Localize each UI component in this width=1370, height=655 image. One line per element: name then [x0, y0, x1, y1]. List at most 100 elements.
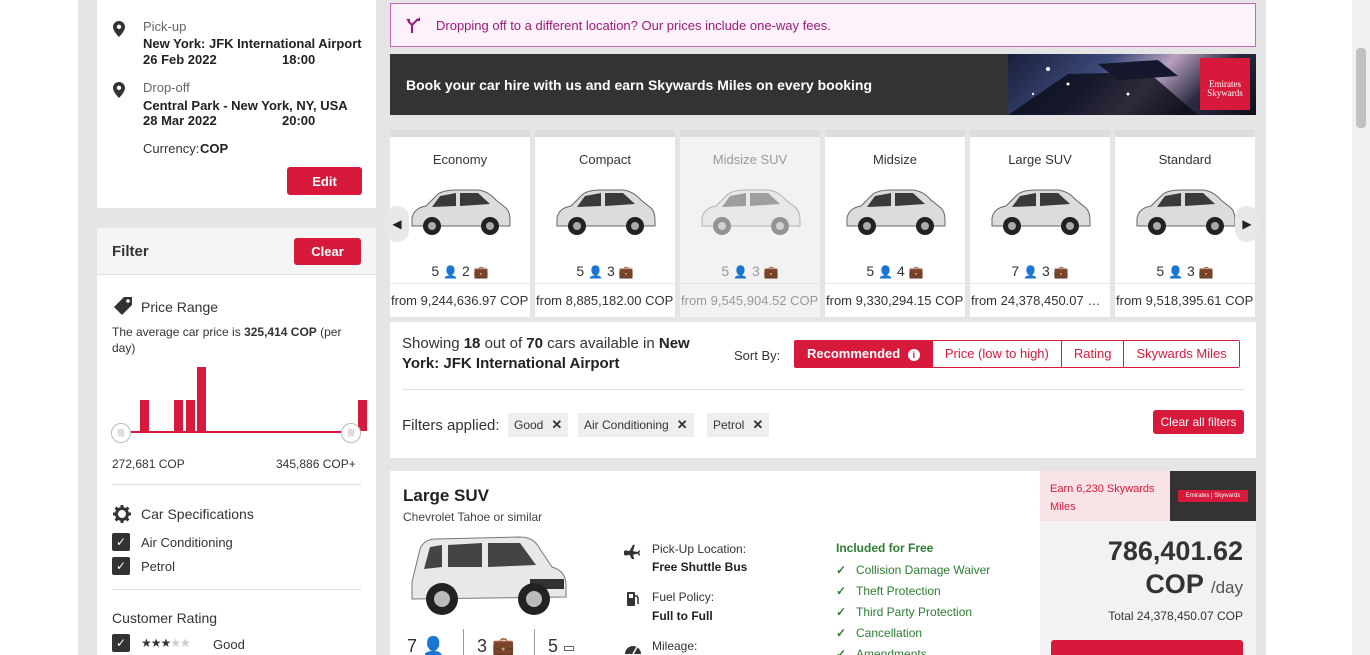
carousel-prev-button[interactable]: ◀ — [385, 206, 409, 242]
price-slider-min-handle[interactable]: ||| — [111, 423, 131, 443]
edit-button[interactable]: Edit — [287, 167, 362, 195]
car-class-card[interactable]: Compact 5 👤 3 💼 from 8,885,182.00 COP — [535, 130, 675, 317]
car-class-card[interactable]: Large SUV 7 👤 3 💼 from 24,378,450.07 COP — [970, 130, 1110, 317]
air-conditioning-checkbox[interactable]: ✓ — [112, 533, 130, 551]
door-icon: ▭ — [563, 640, 576, 655]
check-icon: ✓ — [836, 626, 847, 640]
histogram-bar — [358, 400, 367, 431]
select-car-button[interactable] — [1051, 640, 1243, 655]
clear-filter-button[interactable]: Clear — [294, 238, 361, 265]
car-image — [846, 189, 946, 235]
result-doors: 5 ▭ — [548, 636, 575, 655]
seats-count: 5 — [721, 263, 730, 279]
histogram-bar — [197, 367, 206, 431]
price-range-title: Price Range — [141, 299, 219, 315]
histogram-bar — [139, 400, 149, 431]
pickup-label: Pick-up — [143, 19, 187, 34]
trip-summary-panel: Pick-up New York: JFK International Airp… — [97, 0, 376, 208]
car-class-card[interactable]: Standard 5 👤 3 💼 from 9,518,395.61 COP — [1115, 130, 1255, 317]
pickup-location: New York: JFK International Airport — [143, 36, 362, 51]
carousel-next-button[interactable]: ▶ — [1235, 206, 1259, 242]
car-class-price: from 9,545,904.52 COP — [681, 293, 819, 308]
customer-rating-title: Customer Rating — [112, 610, 218, 626]
car-image — [411, 189, 511, 235]
price-slider-track — [122, 431, 351, 433]
remove-chip-icon[interactable]: ✕ — [551, 417, 562, 432]
car-specs-title: Car Specifications — [141, 506, 254, 522]
earn-miles-box: Earn 6,230 Skywards Miles — [1040, 471, 1170, 521]
sort-skywards-button[interactable]: Skywards Miles — [1123, 341, 1239, 367]
check-icon: ✓ — [836, 563, 847, 577]
one-way-notice: Dropping off to a different location? Ou… — [390, 3, 1256, 47]
per-day-label: /day — [1210, 578, 1243, 597]
dropoff-label: Drop-off — [143, 80, 190, 95]
filter-chip-petrol[interactable]: Petrol ✕ — [707, 413, 770, 437]
sort-rating-button[interactable]: Rating — [1060, 341, 1124, 367]
skywards-banner[interactable]: Book your car hire with us and earn Skyw… — [390, 54, 1256, 115]
one-way-notice-text: Dropping off to a different location? Ou… — [436, 18, 831, 33]
car-class-card[interactable]: Economy 5 👤 2 💼 from 9,244,636.97 COP — [390, 130, 530, 317]
out-of-text: out of — [484, 335, 523, 352]
result-car-model: Chevrolet Tahoe or similar — [403, 510, 543, 524]
car-class-price-box: from 9,244,636.97 COP — [390, 283, 530, 317]
result-seats: 7 👤 — [407, 636, 444, 655]
air-conditioning-label: Air Conditioning — [141, 535, 233, 550]
filter-chip-air-conditioning[interactable]: Air Conditioning ✕ — [578, 413, 694, 437]
skywards-logo: Emirates | Skywards — [1170, 471, 1256, 521]
average-price-text: The average car price is 325,414 COP (pe… — [112, 324, 367, 356]
price-slider-max-handle[interactable]: ||| — [341, 423, 361, 443]
rating-good-checkbox[interactable]: ✓ — [112, 634, 130, 652]
total-count: 70 — [526, 335, 543, 352]
bags-count: 3 — [1041, 263, 1050, 279]
included-item-label: Third Party Protection — [856, 605, 973, 619]
car-class-price-box: from 8,885,182.00 COP — [535, 283, 675, 317]
bags-count: 4 — [896, 263, 905, 279]
included-item: ✓ Third Party Protection — [836, 605, 972, 619]
car-class-card[interactable]: Midsize 5 👤 4 💼 from 9,330,294.15 COP — [825, 130, 965, 317]
seats-count: 7 — [407, 636, 418, 655]
skywards-banner-text: Book your car hire with us and earn Skyw… — [406, 77, 873, 93]
histogram-bar — [185, 400, 195, 431]
remove-chip-icon[interactable]: ✕ — [677, 417, 688, 432]
person-icon: 👤 — [1168, 265, 1184, 279]
logo-line-2: Skywards — [1207, 88, 1243, 98]
petrol-checkbox[interactable]: ✓ — [112, 557, 130, 575]
suitcase-icon: 💼 — [1053, 265, 1069, 279]
petrol-label: Petrol — [141, 559, 175, 574]
price-column: Earn 6,230 Skywards Miles Emirates | Sky… — [1040, 471, 1256, 655]
person-icon: 👤 — [422, 636, 445, 655]
page-scrollbar[interactable] — [1352, 0, 1370, 655]
suitcase-icon: 💼 — [763, 265, 779, 279]
rating-stars-icon: ★★★★★ — [141, 636, 191, 650]
emirates-skywards-logo: Emirates Skywards — [1200, 58, 1250, 110]
currency-label: Currency: — [143, 141, 200, 156]
suitcase-icon: 💼 — [908, 265, 924, 279]
dropoff-date: 28 Mar 2022 — [143, 113, 217, 128]
suitcase-icon: 💼 — [1198, 265, 1214, 279]
included-item-label: Cancellation — [856, 626, 923, 640]
showing-prefix: Showing — [402, 335, 460, 352]
fuel-policy-value: Full to Full — [652, 609, 713, 623]
included-item-label: Collision Damage Waiver — [856, 563, 991, 577]
banner-car-image: Emirates Skywards — [1008, 54, 1256, 115]
spec-separator — [463, 629, 464, 655]
car-class-price-box: from 9,518,395.61 COP — [1115, 283, 1255, 317]
price-min-label: 272,681 COP — [112, 457, 185, 471]
car-class-price-box: from 9,545,904.52 COP — [680, 283, 820, 317]
clear-all-filters-button[interactable]: Clear all filters — [1153, 410, 1244, 434]
remove-chip-icon[interactable]: ✕ — [752, 417, 763, 432]
car-class-name: Economy — [432, 152, 488, 167]
sort-price-button[interactable]: Price (low to high) — [931, 341, 1061, 367]
suitcase-icon: 💼 — [492, 636, 515, 655]
fuel-policy-label: Fuel Policy: — [652, 590, 715, 604]
filter-chip-good[interactable]: Good ✕ — [508, 413, 569, 437]
scrollbar-thumb[interactable] — [1356, 48, 1366, 128]
sort-recommended-button[interactable]: Recommended i — [795, 341, 932, 367]
suitcase-icon: 💼 — [618, 265, 634, 279]
histogram-bar — [174, 400, 183, 431]
car-image — [991, 189, 1091, 235]
filter-title: Filter — [112, 243, 149, 260]
bags-count: 2 — [461, 263, 470, 279]
page-margin-right — [1266, 0, 1352, 655]
car-class-card[interactable]: Midsize SUV 5 👤 3 💼 from 9,545,904.52 CO… — [680, 130, 820, 317]
